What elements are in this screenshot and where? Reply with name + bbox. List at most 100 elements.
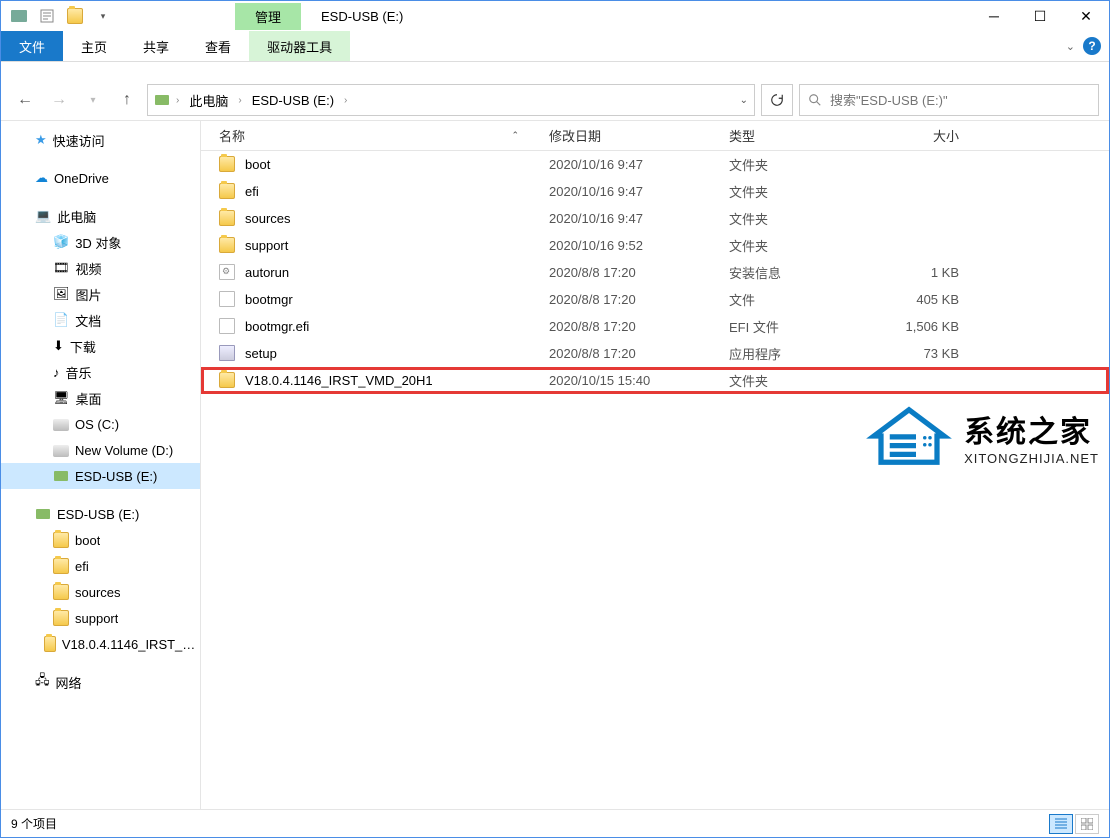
file-name: bootmgr.efi bbox=[245, 319, 549, 334]
tab-drive-tools[interactable]: 驱动器工具 bbox=[249, 31, 350, 61]
tree-this-pc[interactable]: 💻此电脑 bbox=[1, 203, 200, 229]
chevron-right-icon[interactable]: › bbox=[342, 95, 349, 106]
file-name: setup bbox=[245, 346, 549, 361]
file-date: 2020/10/16 9:52 bbox=[549, 238, 729, 253]
navigation-pane: ★快速访问 ☁OneDrive 💻此电脑 🧊3D 对象🎞视频🖼图片📄文档⬇下载♪… bbox=[1, 121, 201, 809]
tree-onedrive[interactable]: ☁OneDrive bbox=[1, 165, 200, 191]
file-row[interactable]: V18.0.4.1146_IRST_VMD_20H12020/10/15 15:… bbox=[201, 367, 1109, 394]
file-type: 文件 bbox=[729, 290, 879, 309]
maximize-button[interactable]: ☐ bbox=[1017, 1, 1063, 31]
tree-item[interactable]: 🎞视频 bbox=[1, 255, 200, 281]
file-icon bbox=[219, 237, 237, 255]
search-box[interactable] bbox=[799, 84, 1099, 116]
status-bar: 9 个项目 bbox=[1, 809, 1109, 837]
file-name: efi bbox=[245, 184, 549, 199]
tab-view[interactable]: 查看 bbox=[187, 31, 249, 61]
window-controls: ─ ☐ ✕ bbox=[971, 1, 1109, 31]
file-date: 2020/10/15 15:40 bbox=[549, 373, 729, 388]
chevron-right-icon[interactable]: › bbox=[174, 95, 181, 106]
file-type: 安装信息 bbox=[729, 263, 879, 282]
tree-item[interactable]: efi bbox=[1, 553, 200, 579]
tree-item[interactable]: ♪音乐 bbox=[1, 359, 200, 385]
search-icon bbox=[808, 93, 822, 107]
tab-share[interactable]: 共享 bbox=[125, 31, 187, 61]
tree-item[interactable]: New Volume (D:) bbox=[1, 437, 200, 463]
navigation-bar: ← → ▾ ↑ › 此电脑 › ESD-USB (E:) › ⌄ bbox=[1, 80, 1109, 120]
up-button[interactable]: ↑ bbox=[113, 86, 141, 114]
breadcrumb-this-pc[interactable]: 此电脑 bbox=[185, 89, 232, 112]
tree-quick-access[interactable]: ★快速访问 bbox=[1, 127, 200, 153]
tree-item[interactable]: ⬇下载 bbox=[1, 333, 200, 359]
file-icon bbox=[219, 210, 237, 228]
contextual-tab-label: 管理 bbox=[235, 3, 301, 30]
thumbnails-view-button[interactable] bbox=[1075, 814, 1099, 834]
qat-properties-icon[interactable] bbox=[35, 4, 59, 28]
file-size: 405 KB bbox=[879, 292, 979, 307]
window-title: ESD-USB (E:) bbox=[321, 9, 403, 24]
tree-item[interactable]: OS (C:) bbox=[1, 411, 200, 437]
close-button[interactable]: ✕ bbox=[1063, 1, 1109, 31]
column-type[interactable]: 类型 bbox=[729, 126, 879, 145]
help-icon[interactable]: ? bbox=[1083, 37, 1101, 55]
file-type: 文件夹 bbox=[729, 155, 879, 174]
forward-button[interactable]: → bbox=[45, 86, 73, 114]
tree-item[interactable]: 📄文档 bbox=[1, 307, 200, 333]
file-list-pane: 名称⌃ 修改日期 类型 大小 boot2020/10/16 9:47文件夹efi… bbox=[201, 121, 1109, 809]
file-date: 2020/10/16 9:47 bbox=[549, 157, 729, 172]
app-icon[interactable] bbox=[7, 4, 31, 28]
tree-item[interactable]: ESD-USB (E:) bbox=[1, 463, 200, 489]
item-count: 9 个项目 bbox=[11, 815, 57, 832]
tree-item[interactable]: 🧊3D 对象 bbox=[1, 229, 200, 255]
file-type: 文件夹 bbox=[729, 209, 879, 228]
file-row[interactable]: bootmgr2020/8/8 17:20文件405 KB bbox=[201, 286, 1109, 313]
file-row[interactable]: support2020/10/16 9:52文件夹 bbox=[201, 232, 1109, 259]
qat-new-folder-icon[interactable] bbox=[63, 4, 87, 28]
back-button[interactable]: ← bbox=[11, 86, 39, 114]
file-name: support bbox=[245, 238, 549, 253]
file-name: V18.0.4.1146_IRST_VMD_20H1 bbox=[245, 373, 549, 388]
file-row[interactable]: boot2020/10/16 9:47文件夹 bbox=[201, 151, 1109, 178]
title-bar: ▾ 管理 ESD-USB (E:) ─ ☐ ✕ bbox=[1, 1, 1109, 31]
tree-item[interactable]: support bbox=[1, 605, 200, 631]
qat-dropdown-icon[interactable]: ▾ bbox=[91, 4, 115, 28]
file-tab[interactable]: 文件 bbox=[1, 31, 63, 61]
file-icon bbox=[219, 183, 237, 201]
refresh-button[interactable] bbox=[761, 84, 793, 116]
file-icon bbox=[219, 318, 237, 336]
file-type: EFI 文件 bbox=[729, 317, 879, 336]
details-view-button[interactable] bbox=[1049, 814, 1073, 834]
tree-item[interactable]: sources bbox=[1, 579, 200, 605]
file-date: 2020/10/16 9:47 bbox=[549, 211, 729, 226]
file-date: 2020/8/8 17:20 bbox=[549, 265, 729, 280]
file-icon bbox=[219, 264, 237, 282]
file-name: boot bbox=[245, 157, 549, 172]
file-row[interactable]: bootmgr.efi2020/8/8 17:20EFI 文件1,506 KB bbox=[201, 313, 1109, 340]
minimize-button[interactable]: ─ bbox=[971, 1, 1017, 31]
breadcrumb-drive[interactable]: ESD-USB (E:) bbox=[248, 91, 338, 110]
tree-item[interactable]: boot bbox=[1, 527, 200, 553]
column-date[interactable]: 修改日期 bbox=[549, 126, 729, 145]
file-type: 文件夹 bbox=[729, 236, 879, 255]
chevron-right-icon[interactable]: › bbox=[236, 95, 243, 106]
file-row[interactable]: efi2020/10/16 9:47文件夹 bbox=[201, 178, 1109, 205]
file-row[interactable]: sources2020/10/16 9:47文件夹 bbox=[201, 205, 1109, 232]
file-rows: boot2020/10/16 9:47文件夹efi2020/10/16 9:47… bbox=[201, 151, 1109, 809]
tab-home[interactable]: 主页 bbox=[63, 31, 125, 61]
file-row[interactable]: autorun2020/8/8 17:20安装信息1 KB bbox=[201, 259, 1109, 286]
file-icon bbox=[219, 156, 237, 174]
column-name[interactable]: 名称⌃ bbox=[219, 126, 549, 145]
address-dropdown-icon[interactable]: ⌄ bbox=[740, 95, 748, 106]
tree-item[interactable]: V18.0.4.1146_IRST_VMD_20H1 bbox=[1, 631, 200, 657]
tree-usb-root[interactable]: ESD-USB (E:) bbox=[1, 501, 200, 527]
file-date: 2020/8/8 17:20 bbox=[549, 319, 729, 334]
search-input[interactable] bbox=[830, 93, 1090, 108]
recent-dropdown[interactable]: ▾ bbox=[79, 86, 107, 114]
file-date: 2020/8/8 17:20 bbox=[549, 292, 729, 307]
tree-item[interactable]: 🖥桌面 bbox=[1, 385, 200, 411]
ribbon-collapse-icon[interactable]: ⌄ bbox=[1066, 40, 1075, 53]
tree-item[interactable]: 🖼图片 bbox=[1, 281, 200, 307]
tree-network[interactable]: 🖧网络 bbox=[1, 669, 200, 695]
column-size[interactable]: 大小 bbox=[879, 126, 979, 145]
address-bar[interactable]: › 此电脑 › ESD-USB (E:) › ⌄ bbox=[147, 84, 755, 116]
file-row[interactable]: setup2020/8/8 17:20应用程序73 KB bbox=[201, 340, 1109, 367]
